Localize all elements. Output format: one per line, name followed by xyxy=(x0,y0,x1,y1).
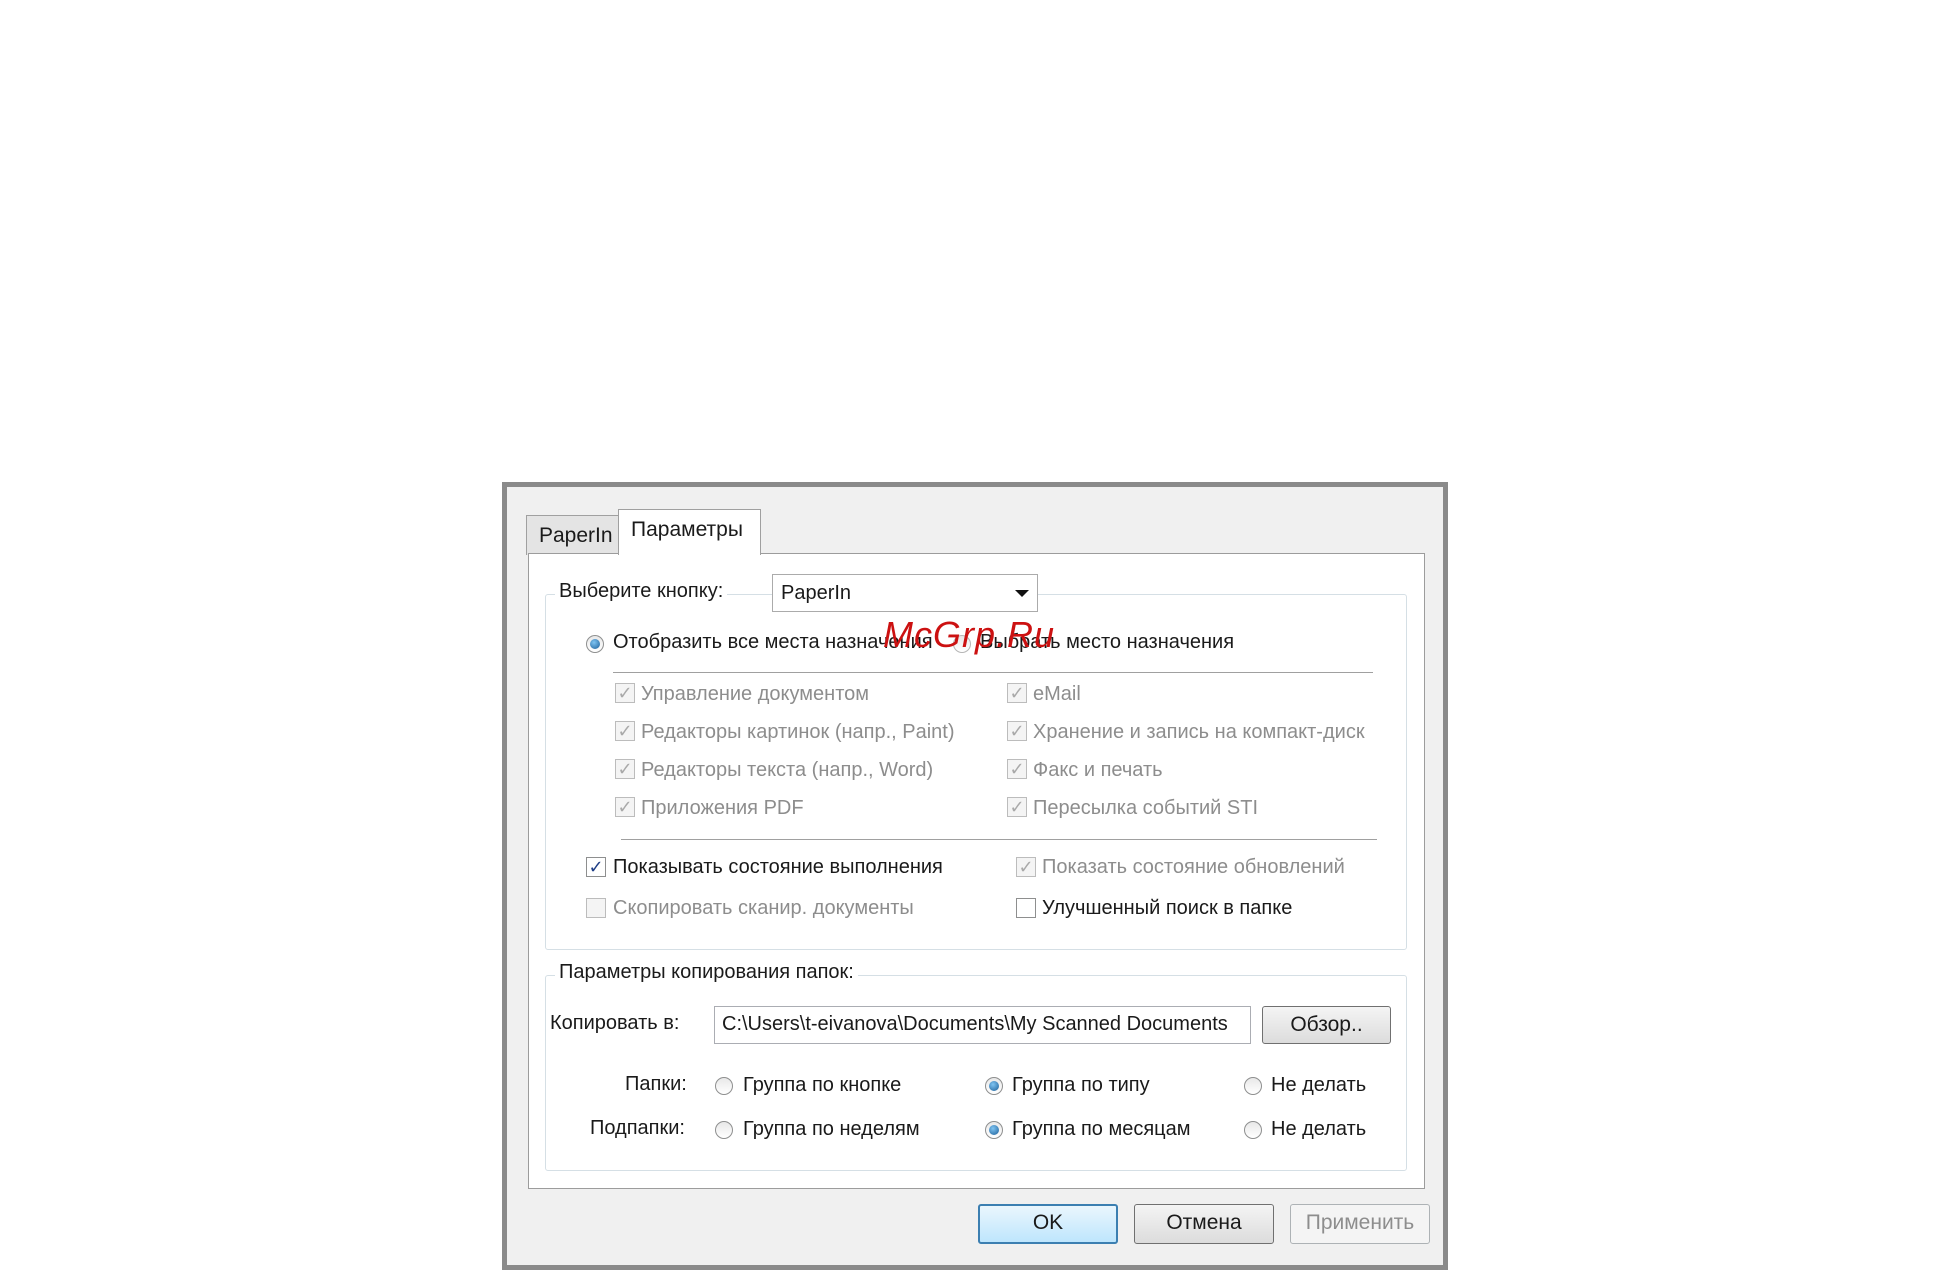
text-editors-label: Редакторы текста (напр., Word) xyxy=(641,759,934,781)
image-editors-checkbox[interactable]: ✓ xyxy=(615,721,635,741)
tab-parameters[interactable]: Параметры xyxy=(618,509,761,555)
select-button-label: Выберите кнопку: xyxy=(555,580,728,603)
folders-by-type-label: Группа по типу xyxy=(1012,1074,1150,1096)
subfolders-none-label: Не делать xyxy=(1271,1118,1367,1140)
show-update-checkbox[interactable]: ✓ xyxy=(1016,857,1036,877)
separator-bottom xyxy=(621,839,1377,840)
tab-paperin[interactable]: PaperIn xyxy=(526,515,619,555)
cancel-button-label: Отмена xyxy=(1166,1211,1242,1234)
copy-to-input[interactable]: C:\Users\t-eivanova\Documents\My Scanned… xyxy=(714,1006,1251,1044)
text-editors-checkbox[interactable]: ✓ xyxy=(615,759,635,779)
copy-scanned-checkbox[interactable] xyxy=(586,898,606,918)
ok-button-label: OK xyxy=(1032,1211,1064,1234)
cd-burn-label: Хранение и запись на компакт-диск xyxy=(1033,721,1365,743)
email-checkbox[interactable]: ✓ xyxy=(1007,683,1027,703)
chevron-down-icon xyxy=(1015,590,1029,597)
folders-by-button-radio[interactable] xyxy=(715,1077,733,1095)
cancel-button[interactable]: Отмена xyxy=(1134,1204,1274,1244)
doc-management-label: Управление документом xyxy=(641,683,870,705)
show-progress-checkbox[interactable]: ✓ xyxy=(586,857,606,877)
improved-search-label: Улучшенный поиск в папке xyxy=(1042,897,1293,919)
pdf-apps-checkbox[interactable]: ✓ xyxy=(615,797,635,817)
sti-events-checkbox[interactable]: ✓ xyxy=(1007,797,1027,817)
fax-print-checkbox[interactable]: ✓ xyxy=(1007,759,1027,779)
tab-parameters-label: Параметры xyxy=(631,518,743,541)
copy-to-value: C:\Users\t-eivanova\Documents\My Scanned… xyxy=(722,1013,1228,1035)
button-select-value: PaperIn xyxy=(781,582,852,604)
folders-by-button-label: Группа по кнопке xyxy=(743,1074,902,1096)
pdf-apps-label: Приложения PDF xyxy=(641,797,804,819)
show-update-label: Показать состояние обновлений xyxy=(1042,856,1345,878)
email-label: eMail xyxy=(1033,683,1081,705)
folder-copy-legend: Параметры копирования папок: xyxy=(555,961,858,984)
doc-management-checkbox[interactable]: ✓ xyxy=(615,683,635,703)
button-select[interactable]: PaperIn xyxy=(772,574,1038,612)
fax-print-label: Факс и печать xyxy=(1033,759,1163,781)
watermark-logo: McGrp.Ru xyxy=(883,614,1056,655)
subfolders-by-month-radio[interactable] xyxy=(985,1121,1003,1139)
separator-top xyxy=(613,672,1373,673)
sti-events-label: Пересылка событий STI xyxy=(1033,797,1259,819)
ok-button[interactable]: OK xyxy=(978,1204,1118,1244)
folders-label: Папки: xyxy=(625,1073,687,1095)
copy-to-label: Копировать в: xyxy=(550,1012,680,1034)
subfolders-label: Подпапки: xyxy=(590,1117,685,1139)
browse-button-label: Обзор.. xyxy=(1290,1013,1363,1036)
subfolders-none-radio[interactable] xyxy=(1244,1121,1262,1139)
folders-none-label: Не делать xyxy=(1271,1074,1367,1096)
improved-search-checkbox[interactable] xyxy=(1016,898,1036,918)
subfolders-by-week-radio[interactable] xyxy=(715,1121,733,1139)
settings-dialog: PaperIn Параметры Выберите кнопку: Paper… xyxy=(502,482,1448,1270)
show-progress-label: Показывать состояние выполнения xyxy=(613,856,943,878)
folders-none-radio[interactable] xyxy=(1244,1077,1262,1095)
cd-burn-checkbox[interactable]: ✓ xyxy=(1007,721,1027,741)
subfolders-by-month-label: Группа по месяцам xyxy=(1012,1118,1191,1140)
folders-by-type-radio[interactable] xyxy=(985,1077,1003,1095)
apply-button[interactable]: Применить xyxy=(1290,1204,1430,1244)
browse-button[interactable]: Обзор.. xyxy=(1262,1006,1391,1044)
show-all-radio[interactable] xyxy=(586,635,604,653)
copy-scanned-label: Скопировать сканир. документы xyxy=(613,897,914,919)
image-editors-label: Редакторы картинок (напр., Paint) xyxy=(641,721,955,743)
subfolders-by-week-label: Группа по неделям xyxy=(743,1118,920,1140)
tab-paperin-label: PaperIn xyxy=(539,524,613,547)
apply-button-label: Применить xyxy=(1305,1211,1415,1234)
